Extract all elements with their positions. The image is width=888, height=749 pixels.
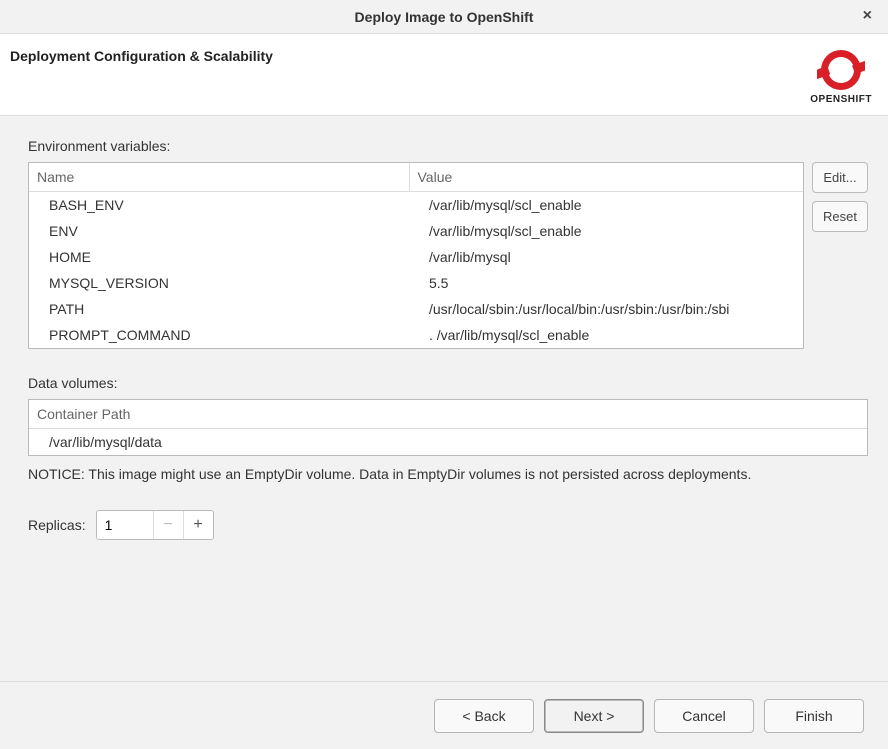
env-name: MYSQL_VERSION bbox=[29, 270, 409, 296]
table-row[interactable]: BASH_ENV /var/lib/mysql/scl_enable bbox=[29, 192, 803, 219]
reset-button[interactable]: Reset bbox=[812, 201, 868, 232]
env-name: HOME bbox=[29, 244, 409, 270]
wizard-header: Deployment Configuration & Scalability O… bbox=[0, 34, 888, 116]
volume-path: /var/lib/mysql/data bbox=[29, 429, 867, 456]
replicas-spinner: − + bbox=[96, 510, 214, 540]
env-name: BASH_ENV bbox=[29, 192, 409, 219]
next-button[interactable]: Next > bbox=[544, 699, 644, 733]
table-row[interactable]: MYSQL_VERSION 5.5 bbox=[29, 270, 803, 296]
env-value: /var/lib/mysql/scl_enable bbox=[409, 192, 803, 219]
openshift-logo: OPENSHIFT bbox=[810, 48, 872, 105]
env-col-name: Name bbox=[29, 163, 409, 192]
replicas-label: Replicas: bbox=[28, 517, 86, 533]
volumes-table[interactable]: Container Path /var/lib/mysql/data bbox=[28, 399, 868, 456]
cancel-button[interactable]: Cancel bbox=[654, 699, 754, 733]
env-name: ENV bbox=[29, 218, 409, 244]
env-vars-label: Environment variables: bbox=[28, 138, 868, 154]
table-row[interactable]: ENV /var/lib/mysql/scl_enable bbox=[29, 218, 803, 244]
wizard-content: Environment variables: Name Value BASH_E… bbox=[0, 116, 888, 681]
table-row[interactable]: /var/lib/mysql/data bbox=[29, 429, 867, 456]
env-value: . /var/lib/mysql/scl_enable bbox=[409, 322, 803, 348]
volumes-notice: NOTICE: This image might use an EmptyDir… bbox=[28, 466, 868, 482]
env-col-value: Value bbox=[409, 163, 803, 192]
openshift-icon bbox=[817, 48, 865, 92]
table-row[interactable]: HOME /var/lib/mysql bbox=[29, 244, 803, 270]
replicas-increment[interactable]: + bbox=[183, 511, 213, 539]
titlebar: Deploy Image to OpenShift × bbox=[0, 0, 888, 34]
replicas-input[interactable] bbox=[97, 511, 153, 539]
env-vars-table[interactable]: Name Value BASH_ENV /var/lib/mysql/scl_e… bbox=[28, 162, 804, 349]
page-title: Deployment Configuration & Scalability bbox=[10, 48, 273, 64]
env-value: 5.5 bbox=[409, 270, 803, 296]
env-value: /var/lib/mysql/scl_enable bbox=[409, 218, 803, 244]
back-button[interactable]: < Back bbox=[434, 699, 534, 733]
replicas-decrement[interactable]: − bbox=[153, 511, 183, 539]
env-name: PATH bbox=[29, 296, 409, 322]
brand-label: OPENSHIFT bbox=[810, 94, 872, 105]
table-row[interactable]: PATH /usr/local/sbin:/usr/local/bin:/usr… bbox=[29, 296, 803, 322]
window-title: Deploy Image to OpenShift bbox=[355, 9, 534, 25]
finish-button[interactable]: Finish bbox=[764, 699, 864, 733]
table-row[interactable]: PROMPT_COMMAND . /var/lib/mysql/scl_enab… bbox=[29, 322, 803, 348]
env-name: PROMPT_COMMAND bbox=[29, 322, 409, 348]
env-value: /usr/local/sbin:/usr/local/bin:/usr/sbin… bbox=[409, 296, 803, 322]
volumes-col-path: Container Path bbox=[29, 400, 867, 429]
wizard-footer: < Back Next > Cancel Finish bbox=[0, 681, 888, 749]
env-value: /var/lib/mysql bbox=[409, 244, 803, 270]
edit-button[interactable]: Edit... bbox=[812, 162, 868, 193]
close-icon[interactable]: × bbox=[863, 7, 872, 25]
data-volumes-label: Data volumes: bbox=[28, 375, 868, 391]
